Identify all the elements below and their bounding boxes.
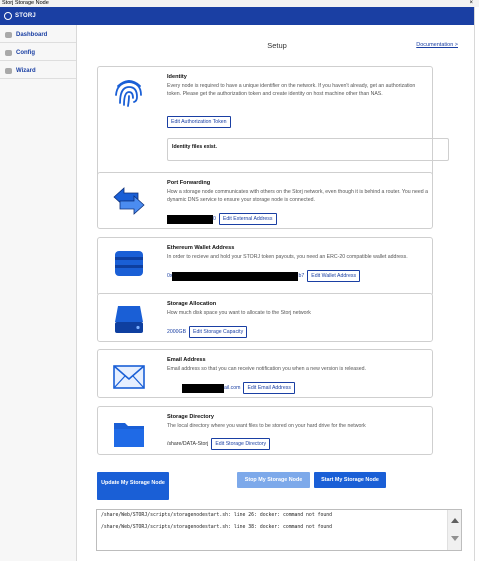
fingerprint-icon <box>115 80 142 107</box>
config-icon <box>5 50 12 56</box>
storage-heading: Storage Allocation <box>167 301 217 307</box>
wizard-icon <box>5 68 12 74</box>
port-forwarding-description: How a storage node communicates with oth… <box>167 189 428 203</box>
wallet-value-suffix: b7 <box>298 272 305 279</box>
storage-description: How much disk space you want to allocate… <box>167 310 311 316</box>
directory-value: /share/DATA-Storj <box>167 440 209 447</box>
storj-logo-icon <box>4 12 12 20</box>
email-value-suffix: ail.com <box>224 384 241 391</box>
hard-drive-icon <box>115 306 143 333</box>
directory-actions: /share/DATA-Storj Edit Storage Directory <box>167 438 271 450</box>
edit-storage-directory-button[interactable]: Edit Storage Directory <box>211 438 271 450</box>
log-line: /share/Web/STORJ/scripts/storagenodestar… <box>101 525 333 530</box>
dashboard-icon <box>5 32 12 38</box>
window-title-bar: Storj Storage Node × <box>0 0 479 7</box>
port-forward-icon <box>113 187 145 215</box>
folder-icon <box>114 423 144 447</box>
identity-status-text: Identity files exist. <box>172 144 217 150</box>
redacted-value <box>172 271 299 281</box>
storage-allocation-card: Storage Allocation How much disk space y… <box>97 293 433 342</box>
log-line: /share/Web/STORJ/scripts/storagenodestar… <box>101 513 333 518</box>
wallet-icon <box>115 251 143 276</box>
port-forwarding-body: Port Forwarding How a storage node commu… <box>167 179 429 205</box>
wallet-card: Ethereum Wallet Address In order to reci… <box>97 237 433 296</box>
documentation-link[interactable]: Documentation > <box>416 42 458 48</box>
window-close-icon[interactable]: × <box>469 0 473 7</box>
storage-value: 2000GB <box>167 328 187 335</box>
main-content: Setup Documentation > Identity Every nod… <box>78 25 474 561</box>
external-address-value: 0 <box>213 215 216 222</box>
edit-external-address-button[interactable]: Edit External Address <box>218 213 277 225</box>
storage-body: Storage Allocation How much disk space y… <box>167 300 429 318</box>
wallet-actions: 0x b7 Edit Wallet Address <box>167 270 361 282</box>
directory-heading: Storage Directory <box>167 414 214 420</box>
directory-body: Storage Directory The local directory wh… <box>167 413 429 431</box>
email-heading: Email Address <box>167 357 206 363</box>
redacted-value <box>182 383 224 393</box>
edit-wallet-address-button[interactable]: Edit Wallet Address <box>307 270 361 282</box>
port-forwarding-card: Port Forwarding How a storage node commu… <box>97 172 433 229</box>
identity-body: Identity Every node is required to have … <box>167 73 429 99</box>
email-actions: ail.com Edit Email Address <box>182 382 295 394</box>
sidebar-item-config[interactable]: Config <box>0 45 76 61</box>
redacted-value <box>167 214 213 224</box>
sidebar-item-label: Wizard <box>16 68 36 74</box>
edit-authorization-token-button[interactable]: Edit Authorization Token <box>167 116 231 128</box>
sidebar: Dashboard Config Wizard <box>0 25 77 561</box>
window-edge <box>474 7 479 561</box>
email-body: Email Address Email address so that you … <box>167 356 429 374</box>
edit-storage-capacity-button[interactable]: Edit Storage Capacity <box>189 326 248 338</box>
log-output[interactable]: /share/Web/STORJ/scripts/storagenodestar… <box>96 509 462 551</box>
stop-storage-node-button[interactable]: Stop My Storage Node <box>237 472 310 488</box>
sidebar-item-wizard[interactable]: Wizard <box>0 63 76 79</box>
scroll-up-icon[interactable] <box>451 518 459 523</box>
wallet-description: In order to recieve and hold your STORJ … <box>167 254 408 260</box>
scroll-down-icon[interactable] <box>451 536 459 541</box>
identity-description: Every node is required to have a unique … <box>167 83 416 97</box>
identity-status-box: Identity files exist. <box>167 138 449 161</box>
storage-actions: 2000GB Edit Storage Capacity <box>167 326 248 338</box>
brand-name: STORJ <box>15 13 36 19</box>
email-description: Email address so that you can receive no… <box>167 366 366 372</box>
log-scrollbar[interactable] <box>447 510 461 550</box>
identity-actions: Edit Authorization Token <box>167 116 231 128</box>
envelope-icon <box>113 365 145 389</box>
edit-email-address-button[interactable]: Edit Email Address <box>243 382 295 394</box>
sidebar-item-label: Dashboard <box>16 32 48 38</box>
port-forwarding-heading: Port Forwarding <box>167 180 211 186</box>
app-header: STORJ <box>0 7 474 25</box>
sidebar-item-label: Config <box>16 50 35 56</box>
wallet-body: Ethereum Wallet Address In order to reci… <box>167 244 429 262</box>
port-forwarding-actions: 0 Edit External Address <box>167 213 277 225</box>
identity-heading: Identity <box>167 74 187 80</box>
update-storage-node-button[interactable]: Update My Storage Node <box>97 472 169 500</box>
window-title: Storj Storage Node <box>2 0 49 6</box>
start-storage-node-button[interactable]: Start My Storage Node <box>314 472 386 488</box>
wallet-heading: Ethereum Wallet Address <box>167 245 235 251</box>
email-card: Email Address Email address so that you … <box>97 349 433 398</box>
sidebar-item-dashboard[interactable]: Dashboard <box>0 27 76 43</box>
storage-directory-card: Storage Directory The local directory wh… <box>97 406 433 455</box>
directory-description: The local directory where you want files… <box>167 423 366 429</box>
